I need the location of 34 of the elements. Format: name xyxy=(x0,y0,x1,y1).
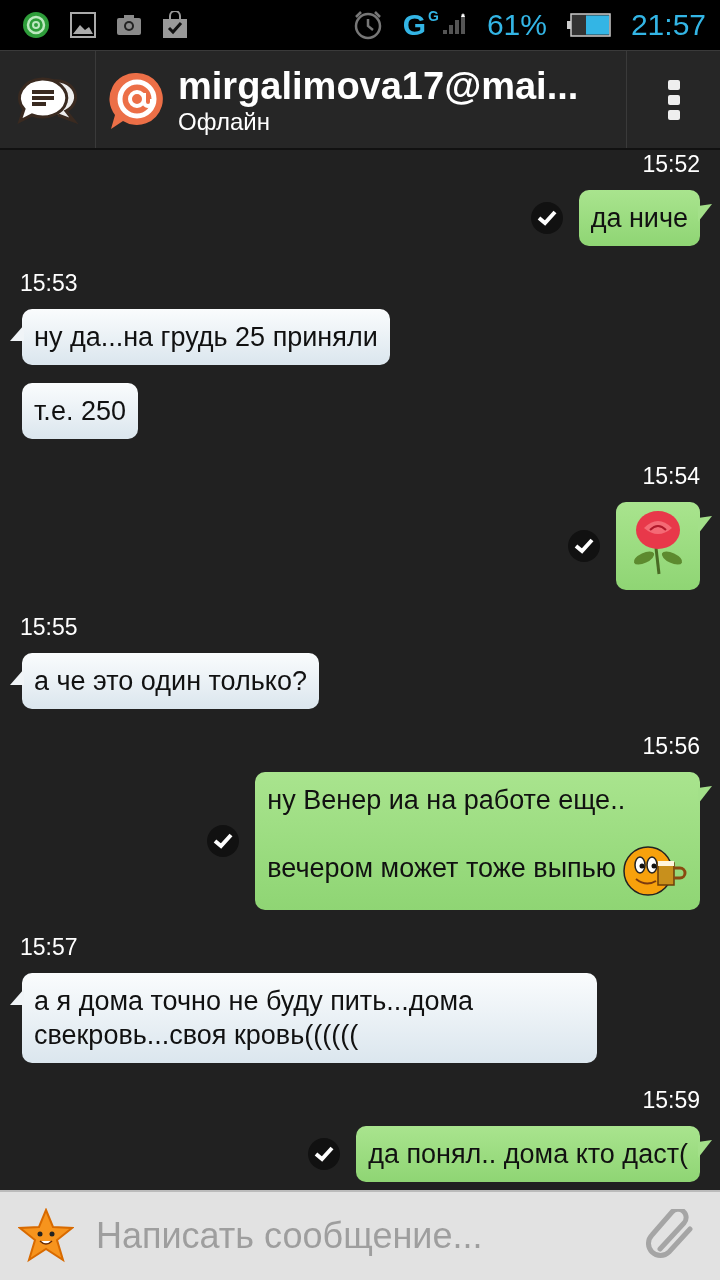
message-composer[interactable]: Написать сообщение... xyxy=(0,1190,720,1280)
network-type-text: G xyxy=(428,8,439,24)
message-text: вечером может тоже выпью xyxy=(267,841,688,899)
message-text: ну да...на грудь 25 приняли xyxy=(34,321,378,354)
chat-bubbles-icon xyxy=(15,74,80,125)
message-text: а я дома точно не буду пить...дома свекровь...своя кровь(((((( xyxy=(34,985,475,1052)
clock-text: 21:57 xyxy=(630,8,706,42)
emoticon-star-button[interactable] xyxy=(18,1208,74,1264)
timestamp-text: 15:52 xyxy=(642,151,700,178)
shopping-bag-icon xyxy=(162,11,188,39)
timestamp-text: 15:55 xyxy=(20,614,78,641)
timestamp-text: 15:57 xyxy=(20,934,78,961)
battery-icon xyxy=(566,13,611,37)
email-app-icon xyxy=(22,11,50,39)
bubble-tail xyxy=(698,204,712,224)
image-icon xyxy=(70,12,96,38)
contact-name: mirgalimova17@mai... xyxy=(178,63,579,108)
timestamp-text: 15:54 xyxy=(642,463,700,490)
message-text: а че это один только? xyxy=(34,665,307,698)
battery-percent-text: 61% xyxy=(486,8,547,42)
network-type-text: G xyxy=(402,8,426,42)
timestamp-text: 15:53 xyxy=(20,270,78,297)
message-text: т.е. 250 xyxy=(34,395,126,428)
alarm-clock-icon xyxy=(352,10,383,40)
timestamp-text: 15:56 xyxy=(642,733,700,760)
message-text: ну Венер иа на работе еще.. xyxy=(267,784,627,817)
message-text: да понял.. дома кто даст( xyxy=(368,1138,688,1171)
message-text: да ниче xyxy=(590,202,688,235)
bubble-tail xyxy=(698,1140,712,1160)
message-input[interactable]: Написать сообщение... xyxy=(94,1214,626,1258)
contact-status: Офлайн xyxy=(178,107,271,136)
timestamp-text: 15:59 xyxy=(642,1087,700,1114)
camera-icon xyxy=(116,14,142,36)
more-dots-icon xyxy=(666,78,681,121)
